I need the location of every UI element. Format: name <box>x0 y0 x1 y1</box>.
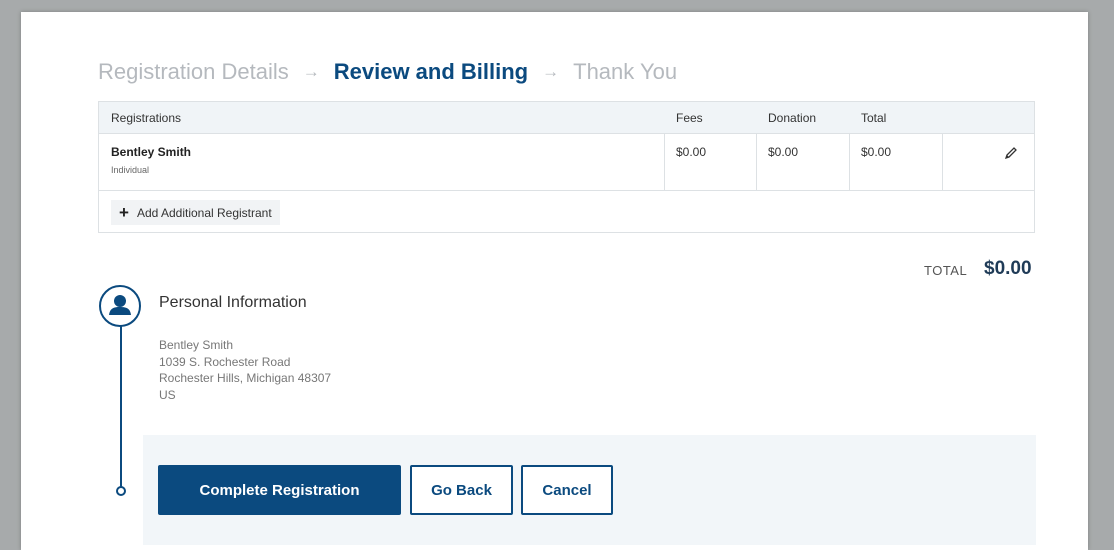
personal-address: Bentley Smith 1039 S. Rochester Road Roc… <box>159 337 331 403</box>
total-value: $0.00 <box>984 258 1032 279</box>
header-registrations: Registrations <box>111 111 182 125</box>
step-registration-details: Registration Details <box>98 59 289 84</box>
complete-registration-button[interactable]: Complete Registration <box>158 465 401 515</box>
section-title-personal-information: Personal Information <box>159 294 307 311</box>
header-fees: Fees <box>676 111 703 125</box>
timeline-end-dot <box>116 486 126 496</box>
table-row: Bentley Smith Individual $0.00 $0.00 $0.… <box>99 133 1034 191</box>
header-donation: Donation <box>768 111 817 125</box>
go-back-button[interactable]: Go Back <box>410 465 513 515</box>
arrow-right-icon: → <box>542 62 560 81</box>
header-total: Total <box>861 111 887 125</box>
timeline-line <box>120 321 122 488</box>
city-state-zip: Rochester Hills, Michigan 48307 <box>159 371 332 385</box>
add-registrant-button[interactable]: + Add Additional Registrant <box>111 200 280 225</box>
column-divider <box>756 133 757 190</box>
registrant-donation: $0.00 <box>768 145 799 159</box>
street-address: 1039 S. Rochester Road <box>159 354 291 369</box>
arrow-right-icon: → <box>302 62 320 81</box>
registration-card: Registration Details → Review and Billin… <box>21 12 1088 550</box>
plus-icon: + <box>119 203 129 222</box>
person-icon <box>99 285 141 327</box>
cancel-button[interactable]: Cancel <box>521 465 613 515</box>
column-divider <box>849 133 850 190</box>
person-name: Bentley Smith <box>159 338 234 352</box>
pencil-icon[interactable] <box>1003 145 1019 161</box>
country: US <box>159 387 176 402</box>
registrations-table: Registrations Fees Donation Total Bentle… <box>98 101 1035 233</box>
step-thank-you: Thank You <box>573 59 678 84</box>
column-divider <box>942 133 943 190</box>
progress-stepper: Registration Details → Review and Billin… <box>98 59 677 85</box>
table-header: Registrations Fees Donation Total <box>99 102 1034 134</box>
add-registrant-label: Add Additional Registrant <box>136 205 272 220</box>
registrant-name: Bentley Smith <box>111 145 192 159</box>
registrant-fees: $0.00 <box>676 145 707 159</box>
registrant-type: Individual <box>111 165 150 175</box>
action-panel: Complete Registration Go Back Cancel <box>143 435 1036 545</box>
step-review-and-billing: Review and Billing <box>333 59 529 84</box>
total-label: TOTAL <box>924 263 968 278</box>
column-divider <box>664 133 665 190</box>
registrant-total: $0.00 <box>861 145 892 159</box>
